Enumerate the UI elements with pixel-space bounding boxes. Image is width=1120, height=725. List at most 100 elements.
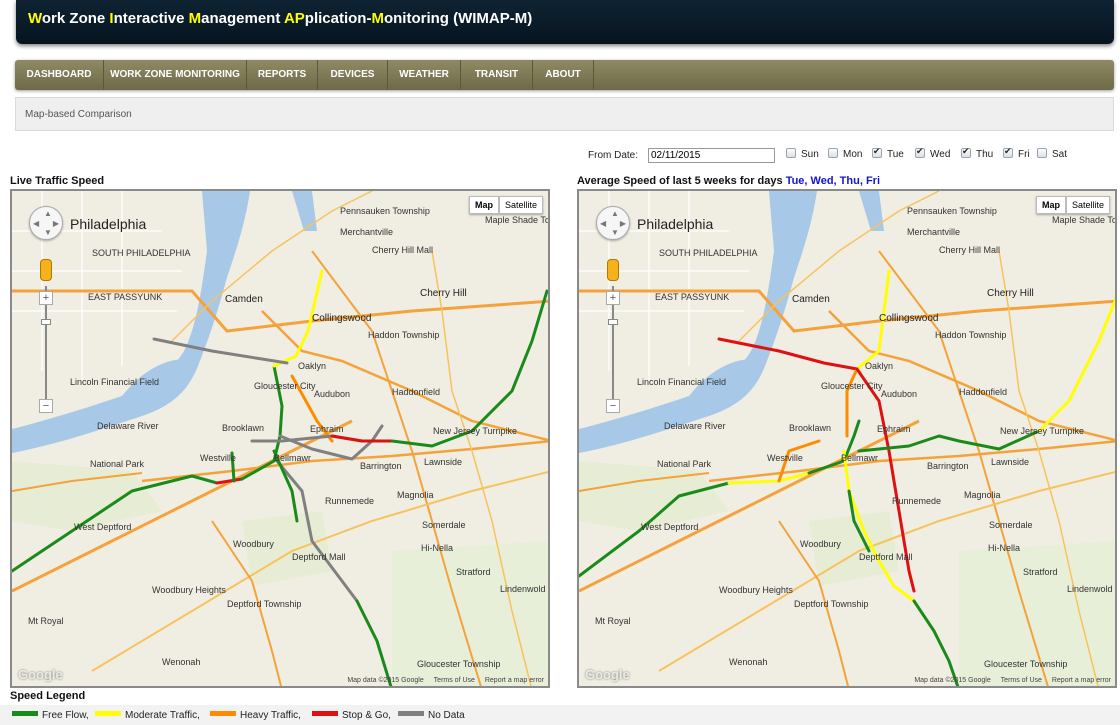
pan-down-icon[interactable]: ▼	[44, 228, 52, 237]
nav-about[interactable]: ABOUT	[533, 60, 594, 90]
map-type-control: Map Satellite	[1035, 196, 1110, 214]
day-sat: Sat	[1037, 148, 1067, 164]
map-place-label: EAST PASSYUNK	[88, 292, 163, 302]
map-place-label: West Deptford	[74, 522, 132, 532]
day-label: Wed	[930, 149, 951, 160]
day-label: Mon	[843, 149, 863, 160]
day-checkbox-thu[interactable]	[961, 146, 971, 158]
map-place-label: Magnolia	[964, 490, 1001, 500]
map-place-label: EAST PASSYUNK	[655, 292, 730, 302]
report-map-error-link[interactable]: Report a map error	[485, 677, 544, 684]
zoom-in-button[interactable]: +	[606, 291, 620, 305]
map-place-label: Wenonah	[729, 657, 768, 667]
map-place-label: Stratford	[456, 567, 491, 577]
legend-swatch	[12, 711, 38, 716]
nav-work-zone-monitoring[interactable]: WORK ZONE MONITORING	[104, 60, 247, 90]
map-type-control: Map Satellite	[468, 196, 543, 214]
title-part: W	[28, 10, 42, 27]
average-speed-map[interactable]: Philadelphia Camden Cherry Hill Collingswoo…	[577, 189, 1117, 688]
title-part: AP	[283, 10, 305, 27]
title-part: plication-	[304, 10, 372, 27]
legend-label: No Data	[428, 710, 465, 721]
traffic-segment	[272, 364, 284, 438]
map-place-label: Oaklyn	[298, 361, 327, 371]
map-place-label: Cherry Hill	[987, 288, 1034, 299]
terms-of-use-link[interactable]: Terms of Use	[434, 677, 475, 684]
map-view-button[interactable]: Map	[468, 196, 499, 214]
pan-right-icon[interactable]: ▶	[53, 219, 59, 228]
pan-down-icon[interactable]: ▼	[611, 228, 619, 237]
zoom-slider-thumb[interactable]	[608, 319, 618, 325]
report-map-error-link[interactable]: Report a map error	[1052, 677, 1111, 684]
traffic-segment	[390, 289, 548, 448]
satellite-view-button[interactable]: Satellite	[1065, 196, 1110, 214]
map-footer: Map data ©2015 Google Terms of Use Repor…	[906, 677, 1111, 684]
satellite-view-button[interactable]: Satellite	[498, 196, 543, 214]
legend-label: Free Flow,	[42, 710, 89, 721]
terms-of-use-link[interactable]: Terms of Use	[1001, 677, 1042, 684]
map-place-label: Barrington	[927, 461, 969, 471]
map-place-label: Audubon	[881, 389, 918, 399]
map-place-label: Deptford Township	[227, 599, 302, 609]
pan-control[interactable]: ▲ ▼ ◀ ▶	[596, 206, 630, 240]
day-checkbox-sat[interactable]	[1037, 148, 1047, 158]
map-place-label: Woodbury Heights	[719, 585, 793, 595]
traffic-segment	[215, 477, 244, 485]
map-place-label: Audubon	[314, 389, 351, 399]
day-checkbox-wed[interactable]	[915, 146, 925, 158]
day-checkbox-fri[interactable]	[1003, 146, 1013, 158]
map-footer: Map data ©2015 Google Terms of Use Repor…	[339, 677, 544, 684]
zoom-out-button[interactable]: −	[606, 399, 620, 413]
day-mon: Mon	[828, 148, 862, 164]
nav-dashboard[interactable]: DASHBOARD	[15, 60, 104, 90]
pan-left-icon[interactable]: ◀	[33, 219, 39, 228]
day-checkbox-sun[interactable]	[786, 148, 796, 158]
app-header: Work Zone Interactive Management APplica…	[16, 0, 1114, 44]
map-place-label: Deptford Mall	[292, 552, 346, 562]
map-place-label: Stratford	[1023, 567, 1058, 577]
pan-up-icon[interactable]: ▲	[44, 209, 52, 218]
map-place-label: Lindenwold	[1067, 584, 1113, 594]
pan-control[interactable]: ▲ ▼ ◀ ▶	[29, 206, 63, 240]
map-place-label: Merchantville	[907, 227, 961, 237]
live-traffic-map[interactable]: Philadelphia Camden Cherry Hill Collingswoo…	[10, 189, 550, 688]
day-sun: Sun	[786, 148, 819, 164]
google-logo: Google	[18, 667, 63, 682]
map-place-label: Runnemede	[892, 496, 942, 506]
average-speed-overlay	[579, 269, 1115, 686]
pan-left-icon[interactable]: ◀	[600, 219, 606, 228]
breadcrumb-bar: Map-based Comparison	[15, 97, 1114, 131]
map-place-label: Lawnside	[424, 457, 463, 467]
map-place-label: Cherry Hill Mall	[939, 245, 1001, 255]
legend-swatch	[398, 711, 424, 716]
map-place-label: Hi-Nella	[988, 543, 1021, 553]
map-view-button[interactable]: Map	[1035, 196, 1066, 214]
nav-devices[interactable]: DEVICES	[318, 60, 388, 90]
map-place-label: Haddon Township	[368, 330, 440, 340]
nav-weather[interactable]: WEATHER	[388, 60, 461, 90]
map-place-label: Cherry Hill	[420, 288, 467, 299]
map-place-label: Maple Shade Township	[485, 215, 550, 225]
street-view-pegman-icon[interactable]	[607, 259, 619, 281]
map-place-label: Delaware River	[97, 421, 159, 431]
map-place-label: Collingswood	[312, 313, 372, 324]
pan-right-icon[interactable]: ▶	[620, 219, 626, 228]
speed-legend-title: Speed Legend	[10, 690, 86, 702]
pan-up-icon[interactable]: ▲	[611, 209, 619, 218]
zoom-out-button[interactable]: −	[39, 399, 53, 413]
from-date-input[interactable]	[648, 148, 775, 163]
map-place-label: Collingswood	[879, 313, 939, 324]
zoom-slider-thumb[interactable]	[41, 319, 51, 325]
nav-reports[interactable]: REPORTS	[247, 60, 318, 90]
map-place-label: Maple Shade Township	[1052, 215, 1117, 225]
nav-transit[interactable]: TRANSIT	[461, 60, 533, 90]
street-view-pegman-icon[interactable]	[40, 259, 52, 281]
map-place-label: SOUTH PHILADELPHIA	[92, 248, 191, 258]
map-place-label: Mt Royal	[595, 616, 631, 626]
day-checkbox-mon[interactable]	[828, 148, 838, 158]
map-place-label: Westville	[200, 453, 236, 463]
map-place-label: Lindenwold	[500, 584, 546, 594]
day-checkbox-tue[interactable]	[872, 146, 882, 158]
map-place-label: SOUTH PHILADELPHIA	[659, 248, 758, 258]
zoom-in-button[interactable]: +	[39, 291, 53, 305]
